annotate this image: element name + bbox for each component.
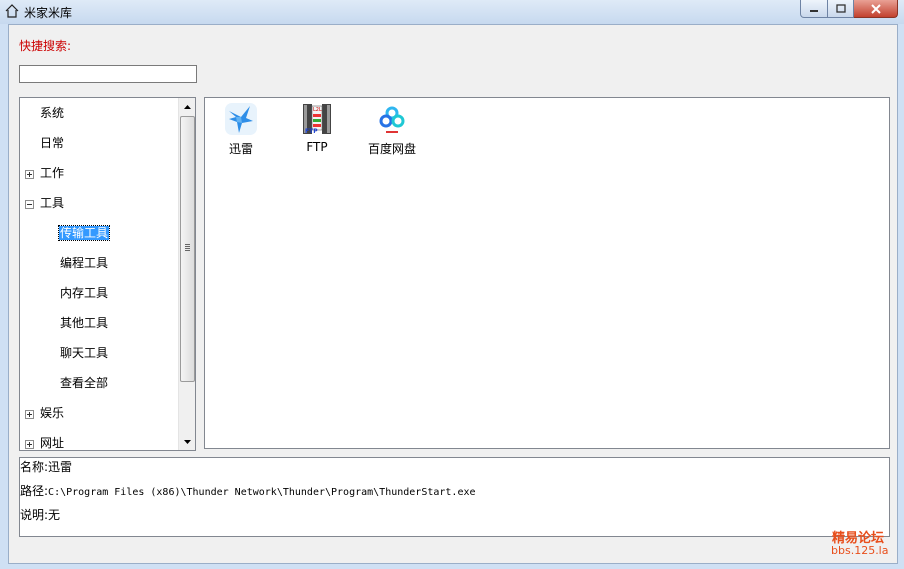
watermark-url: bbs.125.la xyxy=(831,544,889,557)
expand-urls-icon[interactable] xyxy=(25,440,34,449)
close-icon xyxy=(870,3,881,14)
tree-item-label: 聊天工具 xyxy=(60,346,109,360)
tree-item-label: 工具 xyxy=(40,196,65,210)
svg-text:L2L: L2L xyxy=(313,107,322,113)
tree-scrollbar[interactable] xyxy=(178,98,195,450)
minimize-button[interactable] xyxy=(800,0,828,18)
info-path-value: C:\Program Files (x86)\Thunder Network\T… xyxy=(48,487,476,498)
info-panel: 名称:迅雷 路径:C:\Program Files (x86)\Thunder … xyxy=(19,457,890,537)
tree-item-daily[interactable]: 日常 xyxy=(40,132,64,154)
app-label: 迅雷 xyxy=(228,142,253,156)
window-title: 米家米库 xyxy=(24,6,73,20)
tree-item-label: 传输工具 xyxy=(57,225,111,241)
tree-item-programming-tools[interactable]: 编程工具 xyxy=(60,252,108,274)
baidu-netdisk-icon xyxy=(376,103,408,135)
thumb-grip-line xyxy=(185,248,190,249)
expand-entertainment-icon[interactable] xyxy=(25,410,34,419)
tree-item-label: 工作 xyxy=(40,166,65,180)
info-path-label: 路径: xyxy=(20,484,49,498)
close-button[interactable] xyxy=(854,0,898,18)
thumb-grip-line xyxy=(185,246,190,247)
tree-item-label: 编程工具 xyxy=(60,256,109,270)
tree-item-label: 网址 xyxy=(40,436,65,450)
tree-item-label: 系统 xyxy=(40,106,65,120)
scroll-up-button[interactable] xyxy=(179,98,195,115)
tree-item-work[interactable]: 工作 xyxy=(40,162,64,184)
info-desc-value: 无 xyxy=(48,508,61,522)
tree-item-memory-tools[interactable]: 内存工具 xyxy=(60,282,108,304)
tree-item-label: 娱乐 xyxy=(40,406,65,420)
tree-item-view-all[interactable]: 查看全部 xyxy=(60,372,108,394)
collapse-tools-icon[interactable] xyxy=(25,200,34,209)
tree-item-urls[interactable]: 网址 xyxy=(40,432,65,450)
tree-item-chat-tools[interactable]: 聊天工具 xyxy=(60,342,108,364)
category-tree[interactable]: 系统 日常 工作 工具 传输工具 编程工具 内存工具 其他工具 聊天工具 查看全… xyxy=(19,97,196,451)
window-controls xyxy=(800,0,898,18)
tree-item-entertainment[interactable]: 娱乐 xyxy=(40,402,64,424)
tree-item-other-tools[interactable]: 其他工具 xyxy=(60,312,108,334)
tree-item-label: 日常 xyxy=(40,136,65,150)
maximize-button[interactable] xyxy=(828,0,854,18)
tree-item-label: 内存工具 xyxy=(60,286,109,300)
tree-item-system[interactable]: 系统 xyxy=(40,102,64,124)
tree-item-transfer-tools[interactable]: 传输工具 xyxy=(57,222,111,244)
tree-item-tools[interactable]: 工具 xyxy=(40,192,64,214)
app-item-thunder[interactable]: 迅雷 xyxy=(208,100,274,157)
info-name-row: 名称:迅雷 xyxy=(20,458,72,475)
info-path-row: 路径:C:\Program Files (x86)\Thunder Networ… xyxy=(20,482,476,499)
ftp-icon: L2L FTP xyxy=(303,104,331,135)
scroll-thumb[interactable] xyxy=(180,116,195,382)
scroll-up-arrow-icon xyxy=(183,104,191,109)
maximize-icon xyxy=(835,4,846,13)
scroll-down-arrow-icon xyxy=(183,439,191,444)
app-item-ftp[interactable]: L2L FTP FTP xyxy=(284,100,350,154)
thumb-grip-line xyxy=(185,250,190,251)
tree-item-label: 其他工具 xyxy=(60,316,109,330)
app-label: FTP xyxy=(306,140,328,154)
minimize-icon xyxy=(810,9,818,12)
tree-item-label: 查看全部 xyxy=(60,376,109,390)
thunder-icon xyxy=(225,103,257,135)
home-icon xyxy=(5,4,19,18)
info-desc-label: 说明: xyxy=(20,508,49,522)
client-area: 快捷搜索: 系统 日常 工作 工具 传输工具 编程工具 内存工具 其他工具 聊天… xyxy=(8,24,898,564)
info-name-label: 名称: xyxy=(20,460,49,474)
expand-work-icon[interactable] xyxy=(25,170,34,179)
info-name-value: 迅雷 xyxy=(48,460,73,474)
search-label: 快捷搜索: xyxy=(19,39,72,53)
app-item-baidu-netdisk[interactable]: 百度网盘 xyxy=(359,100,425,157)
app-icon-panel: 迅雷 L2L FTP FTP 百度网盘 xyxy=(204,97,890,449)
thumb-grip-line xyxy=(185,244,190,245)
title-bar: 米家米库 xyxy=(0,0,904,24)
search-input[interactable] xyxy=(19,65,197,83)
info-desc-row: 说明:无 xyxy=(20,506,60,523)
scroll-down-button[interactable] xyxy=(179,433,195,450)
app-label: 百度网盘 xyxy=(367,142,416,156)
svg-text:FTP: FTP xyxy=(305,128,318,135)
